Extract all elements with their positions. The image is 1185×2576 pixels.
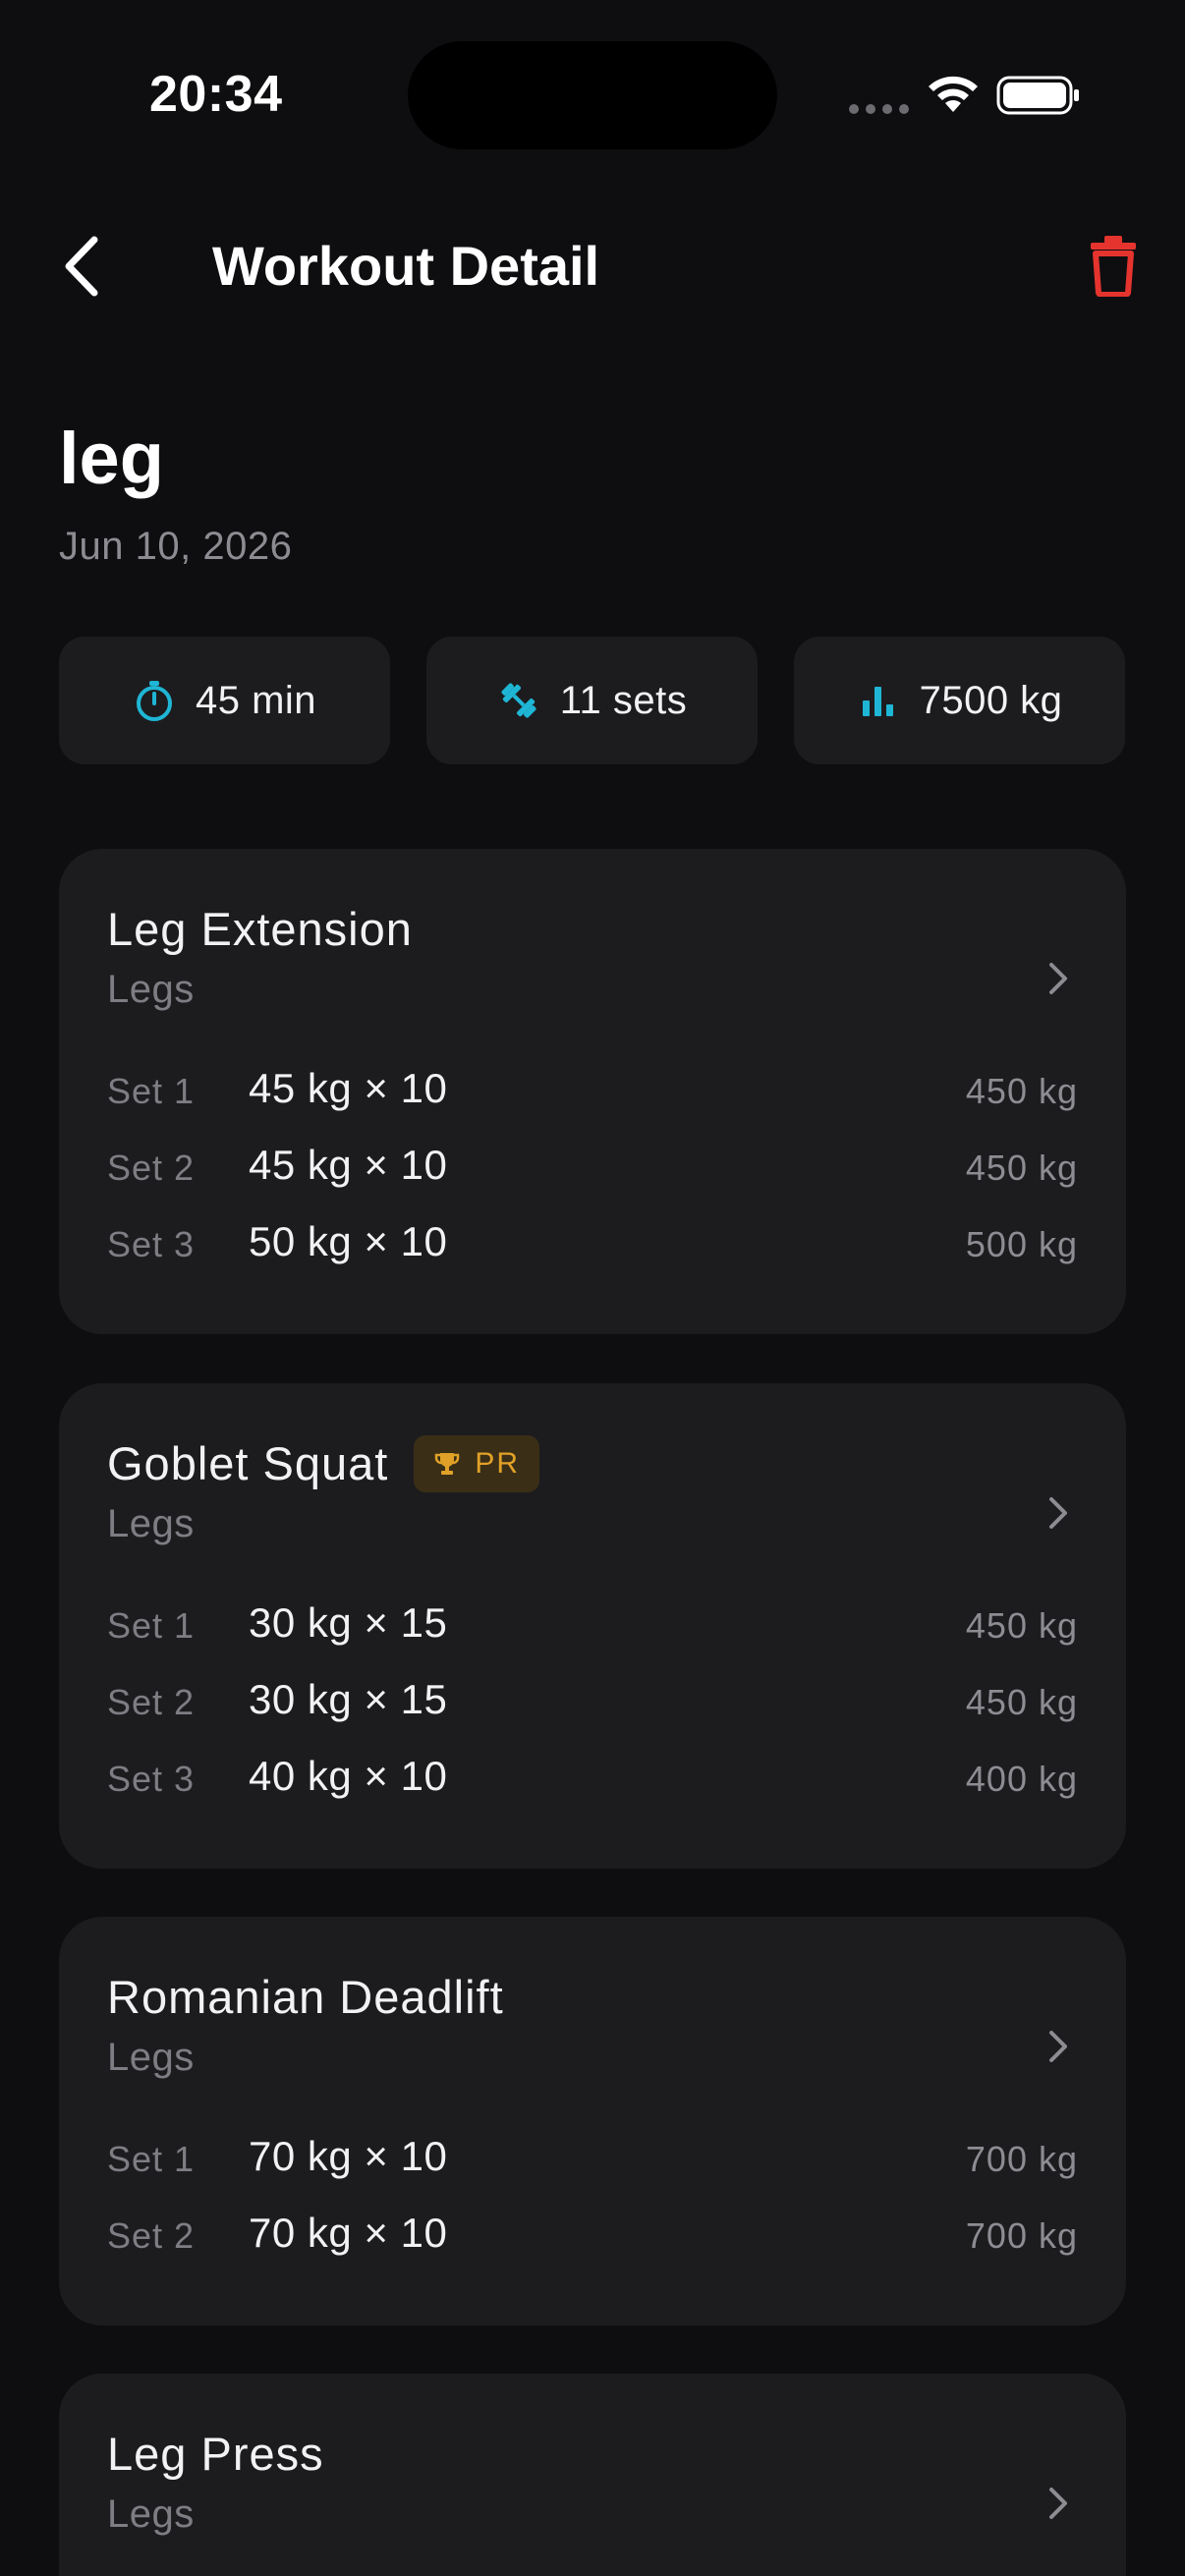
workout-stats: 45 min 11 sets 7500 kg	[59, 637, 1125, 764]
set-label: Set 2	[107, 2215, 196, 2256]
exercise-muscle-group: Legs	[107, 2036, 195, 2079]
set-row: Set 2 70 kg × 10 700 kg	[107, 2208, 1078, 2263]
set-volume: 450 kg	[965, 1682, 1078, 1722]
wifi-icon	[929, 76, 978, 112]
chevron-right-icon[interactable]	[1042, 2027, 1075, 2066]
set-row: Set 3 50 kg × 10 500 kg	[107, 1216, 1078, 1271]
set-volume: 500 kg	[965, 1224, 1078, 1264]
pr-badge-label: PR	[475, 1447, 521, 1480]
set-detail: 45 kg × 10	[249, 1142, 448, 1188]
exercise-name: Goblet Squat PR	[107, 1434, 540, 1493]
exercise-name-text: Leg Press	[107, 2428, 324, 2480]
volume-value: 7500 kg	[919, 678, 1063, 722]
exercise-name: Leg Press	[107, 2425, 324, 2484]
exercise-name-text: Goblet Squat	[107, 1437, 389, 1489]
exercise-muscle-group: Legs	[107, 968, 195, 1011]
dumbbell-icon	[501, 683, 536, 718]
status-bar: 20:34	[0, 0, 1185, 187]
set-detail: 40 kg × 10	[249, 1753, 448, 1799]
delete-workout-button[interactable]	[1089, 234, 1138, 297]
set-volume: 400 kg	[965, 1759, 1078, 1799]
set-volume: 700 kg	[965, 2139, 1078, 2179]
exercise-name-text: Leg Extension	[107, 903, 413, 955]
chevron-right-icon[interactable]	[1042, 2484, 1075, 2523]
exercise-name: Leg Extension	[107, 900, 413, 959]
bar-chart-icon	[862, 687, 893, 716]
exercise-card[interactable]: Romanian Deadlift Legs Set 1 70 kg × 10 …	[59, 1917, 1126, 2325]
trophy-icon	[435, 1453, 460, 1475]
set-label: Set 1	[107, 1071, 196, 1111]
cellular-signal-icon	[849, 104, 909, 114]
exercise-card[interactable]: Leg Press Legs	[59, 2374, 1126, 2576]
trash-icon	[1091, 236, 1136, 297]
set-volume: 450 kg	[965, 1071, 1078, 1111]
set-detail: 30 kg × 15	[249, 1676, 448, 1722]
stopwatch-icon	[136, 681, 172, 721]
status-time: 20:34	[149, 66, 283, 123]
exercise-muscle-group: Legs	[107, 1502, 195, 1545]
set-row: Set 1 30 kg × 15 450 kg	[107, 1597, 1078, 1652]
duration-value: 45 min	[195, 678, 317, 722]
dynamic-island	[408, 41, 777, 149]
set-row: Set 1 45 kg × 10 450 kg	[107, 1063, 1078, 1118]
set-detail: 70 kg × 10	[249, 2133, 448, 2179]
set-label: Set 1	[107, 1605, 196, 1646]
back-button[interactable]	[57, 232, 106, 301]
set-label: Set 3	[107, 1224, 196, 1264]
set-detail: 70 kg × 10	[249, 2210, 448, 2256]
set-label: Set 2	[107, 1682, 196, 1722]
set-volume: 450 kg	[965, 1148, 1078, 1188]
workout-date: Jun 10, 2026	[59, 525, 293, 568]
set-detail: 50 kg × 10	[249, 1218, 448, 1264]
pr-badge: PR	[414, 1435, 540, 1492]
sets-value: 11 sets	[559, 678, 688, 722]
page-title: Workout Detail	[212, 235, 600, 297]
set-row: Set 1 70 kg × 10 700 kg	[107, 2131, 1078, 2186]
exercise-name: Romanian Deadlift	[107, 1968, 504, 2027]
set-label: Set 3	[107, 1759, 196, 1799]
set-label: Set 1	[107, 2139, 196, 2179]
set-label: Set 2	[107, 1148, 196, 1188]
set-detail: 30 kg × 15	[249, 1599, 448, 1646]
battery-icon	[996, 76, 1079, 115]
exercise-card[interactable]: Goblet Squat PR Legs Set 1 30 kg × 15 45…	[59, 1383, 1126, 1869]
set-row: Set 2 30 kg × 15 450 kg	[107, 1674, 1078, 1729]
set-row: Set 2 45 kg × 10 450 kg	[107, 1140, 1078, 1195]
workout-detail-screen: 20:34 Workout Detail leg Jun 10, 2026 45…	[0, 0, 1185, 2576]
exercise-name-text: Romanian Deadlift	[107, 1971, 504, 2023]
set-volume: 700 kg	[965, 2215, 1078, 2256]
set-row: Set 3 40 kg × 10 400 kg	[107, 1751, 1078, 1806]
exercise-muscle-group: Legs	[107, 2492, 195, 2536]
volume-stat: 7500 kg	[794, 637, 1125, 764]
exercise-card[interactable]: Leg Extension Legs Set 1 45 kg × 10 450 …	[59, 849, 1126, 1334]
set-detail: 45 kg × 10	[249, 1065, 448, 1111]
chevron-right-icon[interactable]	[1042, 959, 1075, 998]
sets-stat: 11 sets	[426, 637, 758, 764]
set-volume: 450 kg	[965, 1605, 1078, 1646]
chevron-right-icon[interactable]	[1042, 1493, 1075, 1533]
workout-name: leg	[59, 418, 164, 499]
duration-stat: 45 min	[59, 637, 390, 764]
